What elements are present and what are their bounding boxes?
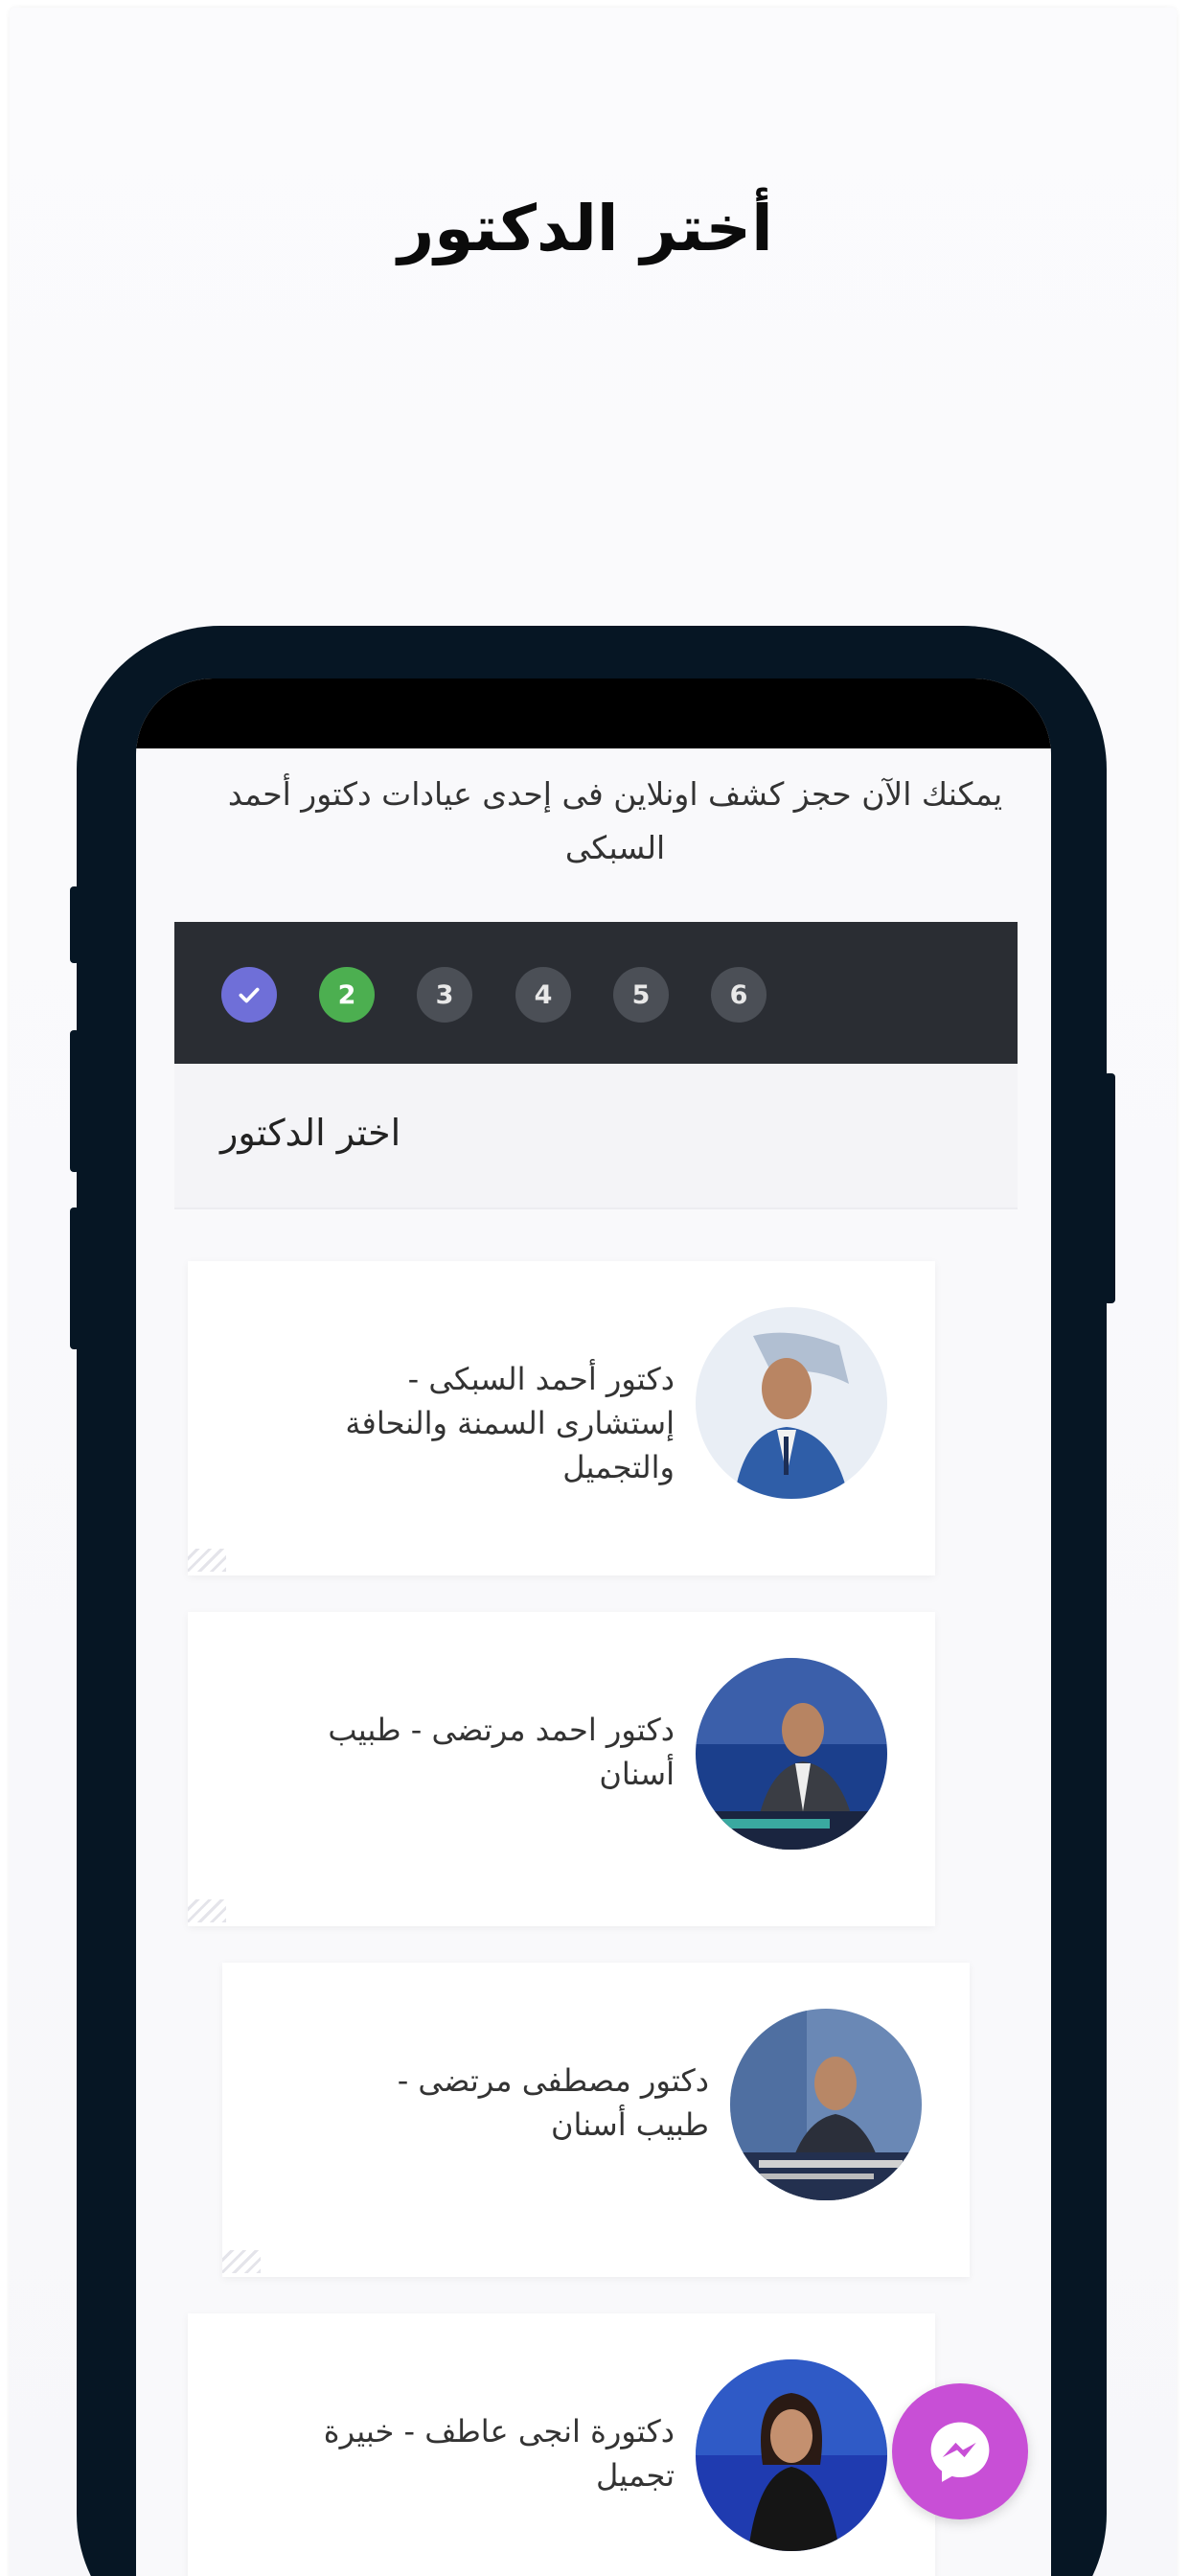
phone-volume-down-button	[70, 1208, 80, 1349]
step-5[interactable]: 5	[613, 967, 669, 1023]
step-6[interactable]: 6	[711, 967, 767, 1023]
page-title: أختر الدكتور	[398, 192, 773, 265]
doctor-avatar	[696, 1307, 887, 1499]
messenger-icon	[930, 2422, 990, 2482]
step-progress-bar: 2 3 4 5 6	[174, 922, 1018, 1064]
phone-screen: يمكنك الآن حجز كشف اونلاين فى إحدى عيادا…	[136, 678, 1051, 2576]
card-stripe	[188, 1899, 226, 1922]
screen-content: يمكنك الآن حجز كشف اونلاين فى إحدى عيادا…	[136, 748, 1051, 2576]
doctor-avatar	[730, 2009, 922, 2200]
section-title: اختر الدكتور	[220, 1112, 401, 1154]
step-3[interactable]: 3	[417, 967, 472, 1023]
intro-text: يمكنك الآن حجز كشف اونلاين فى إحدى عيادا…	[227, 775, 1003, 866]
check-icon	[239, 987, 260, 1003]
messenger-chat-button[interactable]	[892, 2383, 1028, 2519]
doctor-card-4[interactable]: دكتورة انجى عاطف - خبيرة تجميل	[188, 2313, 935, 2576]
phone-volume-up-button	[70, 1030, 80, 1172]
doctor-name: دكتورة انجى عاطف - خبيرة تجميل	[323, 2413, 675, 2494]
doctor-avatar	[696, 1658, 887, 1850]
step-1-complete[interactable]	[221, 967, 277, 1023]
doctor-name: دكتور احمد مرتضى - طبيب أسنان	[328, 1712, 675, 1792]
doctor-card-3[interactable]: دكتور مصطفى مرتضى - طبيب أسنان	[222, 1963, 970, 2277]
doctor-card-1[interactable]: دكتور أحمد السبكى - إستشارى السمنة والنح…	[188, 1261, 935, 1576]
step-2[interactable]: 2	[319, 967, 375, 1023]
section-header: اختر الدكتور	[174, 1064, 1018, 1209]
step-4[interactable]: 4	[515, 967, 571, 1023]
phone-notch	[359, 678, 823, 750]
phone-mute-button	[70, 886, 80, 963]
doctor-avatar	[696, 2359, 887, 2551]
doctor-card-2[interactable]: دكتور احمد مرتضى - طبيب أسنان	[188, 1612, 935, 1926]
card-stripe	[188, 1549, 226, 1572]
doctor-name: دكتور أحمد السبكى - إستشارى السمنة والنح…	[345, 1361, 675, 1485]
card-stripe	[222, 2250, 261, 2273]
phone-power-button	[1104, 1073, 1115, 1303]
doctor-name: دكتور مصطفى مرتضى - طبيب أسنان	[397, 2062, 709, 2143]
